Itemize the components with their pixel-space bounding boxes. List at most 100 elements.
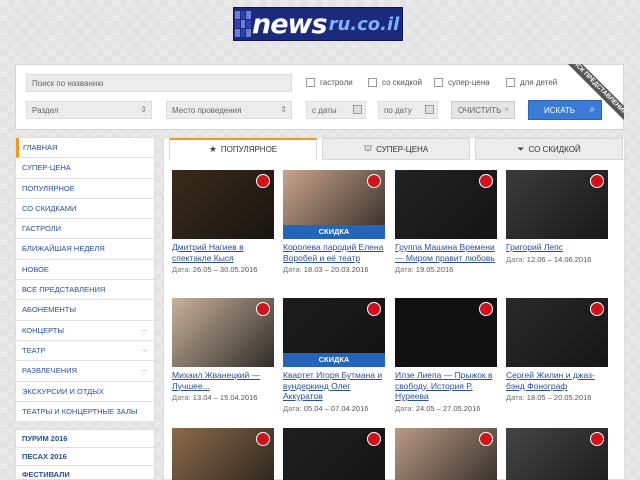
event-date: Дата: 12.06 – 14.06.2016 [506,255,608,264]
gift-icon: ⛫ [363,143,373,153]
main-content: ★ ПОПУЛЯРНОЕ ⛫ СУПЕР-ЦЕНА ⏷ СО СКИДКОЙ Д… [163,137,625,480]
ticket-badge-icon [590,174,604,188]
to-date-label: по дату [384,106,412,115]
date-value: 24.05 – 27.05.2016 [415,403,481,413]
event-card[interactable]: СКИДКА Квартет Игоря Бутмана и вундеркинд… [283,298,385,413]
ticket-badge-icon [479,174,493,188]
date-prefix: Дата: [395,403,414,413]
event-image[interactable] [506,298,608,367]
sidebar-holiday-item[interactable]: ПЕСАХ 2016 [16,448,154,466]
sidebar-item-label: БЛИЖАЙШАЯ НЕДЕЛЯ [22,244,105,254]
sidebar-item[interactable]: РАЗВЛЕЧЕНИЯ → [16,361,154,382]
site-logo[interactable]: news ru.co.il [233,7,403,41]
checkbox-box[interactable] [306,78,315,87]
sidebar-holiday-item[interactable]: ФЕСТИВАЛИ [16,466,154,480]
event-image[interactable] [172,298,274,367]
event-title-link[interactable]: Квартет Игоря Бутмана и вундеркинд Олег … [283,370,385,402]
event-image[interactable] [506,170,608,239]
event-card[interactable] [506,428,608,480]
event-card[interactable]: Сергей Жилин и джаз-бэнд Фонограф Дата: 1… [506,298,608,402]
tab-popular[interactable]: ★ ПОПУЛЯРНОЕ [169,138,317,160]
sidebar-item-label: РАЗВЛЕЧЕНИЯ [22,366,78,376]
event-card[interactable]: Михаил Жванецкий — Лучшее... Дата: 13.04 … [172,298,274,402]
sidebar-item[interactable]: СО СКИДКАМИ [16,199,154,220]
event-image[interactable] [506,428,608,480]
sidebar-holidays: ПУРИМ 2016 ПЕСАХ 2016 ФЕСТИВАЛИ [15,429,155,480]
section-select[interactable]: Раздел ⇕ [26,101,152,119]
event-title-link[interactable]: Группа Машина Времени — Миром правит люб… [395,242,497,263]
event-card[interactable]: Григорий Лепс Дата: 12.06 – 14.06.2016 [506,170,608,264]
event-title-link[interactable]: Михаил Жванецкий — Лучшее... [172,370,274,391]
checkbox-box[interactable] [368,78,377,87]
sidebar-item[interactable]: НОВОЕ [16,260,154,281]
event-image[interactable] [395,170,497,239]
sidebar-item-label: ВСЕ ПРЕДСТАВЛЕНИЯ [22,285,106,295]
sidebar-item[interactable]: АБОНЕМЕНТЫ [16,300,154,321]
event-image[interactable] [283,428,385,480]
tabs-bar: ★ ПОПУЛЯРНОЕ ⛫ СУПЕР-ЦЕНА ⏷ СО СКИДКОЙ [169,138,623,162]
event-card[interactable]: Илзе Лиепа — Прыжок в свободу. История Р… [395,298,497,413]
tab-label: ПОПУЛЯРНОЕ [220,145,278,154]
ticket-badge-icon [590,302,604,316]
sidebar-item[interactable]: ГЛАВНАЯ [16,138,154,159]
search-name-input[interactable]: Поиск по названию [26,74,292,92]
event-card[interactable] [172,428,274,480]
event-image[interactable]: СКИДКА [283,298,385,367]
event-card[interactable] [283,428,385,480]
event-image[interactable]: СКИДКА [283,170,385,239]
checkbox-super-price[interactable]: супер-цена [434,78,490,87]
from-date-input[interactable]: с даты [306,101,366,119]
checkbox-discount[interactable]: со скидкой [368,78,422,87]
to-date-input[interactable]: по дату [378,101,438,119]
ticket-badge-icon [367,432,381,446]
event-title-link[interactable]: Королева пародий Елена Воробей и её теат… [283,242,385,263]
ticket-badge-icon [256,432,270,446]
event-image[interactable] [172,428,274,480]
event-title-link[interactable]: Илзе Лиепа — Прыжок в свободу. История Р… [395,370,497,402]
event-card[interactable]: Группа Машина Времени — Миром правит люб… [395,170,497,274]
updown-icon: ⇕ [140,105,147,114]
clear-button-label: ОЧИСТИТЬ [458,106,502,115]
calendar-icon[interactable] [425,105,434,114]
sidebar-item[interactable]: ПОПУЛЯРНОЕ [16,179,154,199]
venue-select[interactable]: Место проведения ⇕ [166,101,292,119]
checkbox-kids[interactable]: для детей [506,78,557,87]
event-title-link[interactable]: Сергей Жилин и джаз-бэнд Фонограф [506,370,608,391]
event-card[interactable] [395,428,497,480]
arrow-right-icon: → [140,324,148,334]
event-date: Дата: 24.05 – 27.05.2016 [395,404,497,413]
date-value: 13.04 – 15.04.2016 [192,393,258,402]
event-card[interactable]: СКИДКА Королева пародий Елена Воробей и е… [283,170,385,274]
sidebar-item-label: СО СКИДКАМИ [22,203,77,213]
sidebar-item[interactable]: ВСЕ ПРЕДСТАВЛЕНИЯ [16,280,154,301]
tab-discount[interactable]: ⏷ СО СКИДКОЙ [475,138,623,160]
sidebar-item[interactable]: ЭКСКУРСИИ И ОТДЫХ [16,382,154,402]
sidebar-item[interactable]: БЛИЖАЙШАЯ НЕДЕЛЯ [16,239,154,260]
sidebar-item[interactable]: КОНЦЕРТЫ → [16,321,154,341]
event-image[interactable] [172,170,274,239]
sidebar-item-label: НОВОЕ [22,264,49,274]
sidebar-item[interactable]: ТЕАТР → [16,341,154,362]
sale-banner: СКИДКА [283,225,385,239]
sidebar-item[interactable]: ТЕАТРЫ И КОНЦЕРТНЫЕ ЗАЛЫ [16,402,154,423]
checkbox-tour[interactable]: гастроли [306,78,353,87]
calendar-icon[interactable] [353,105,362,114]
arrow-right-icon: → [140,365,148,375]
ticket-badge-icon [479,432,493,446]
logo-pixel-mark [234,8,252,40]
event-title-link[interactable]: Григорий Лепс [506,242,608,253]
clear-button[interactable]: ОЧИСТИТЬ × [451,101,515,119]
event-card[interactable]: Дмитрий Нагиев в спектакле Кыся Дата: 26.… [172,170,274,274]
sidebar-item[interactable]: ГАСТРОЛИ [16,219,154,240]
event-title-link[interactable]: Дмитрий Нагиев в спектакле Кыся [172,242,274,263]
sidebar-item[interactable]: СУПЕР-ЦЕНА [16,158,154,179]
checkbox-box[interactable] [506,78,515,87]
tab-super-price[interactable]: ⛫ СУПЕР-ЦЕНА [322,138,470,160]
event-image[interactable] [395,428,497,480]
sidebar-holiday-item[interactable]: ПУРИМ 2016 [16,430,154,448]
arrow-right-icon: → [140,344,148,354]
checkbox-box[interactable] [434,78,443,87]
sidebar-item-label: АБОНЕМЕНТЫ [22,305,76,315]
tab-label: СУПЕР-ЦЕНА [376,144,429,154]
event-image[interactable] [395,298,497,367]
